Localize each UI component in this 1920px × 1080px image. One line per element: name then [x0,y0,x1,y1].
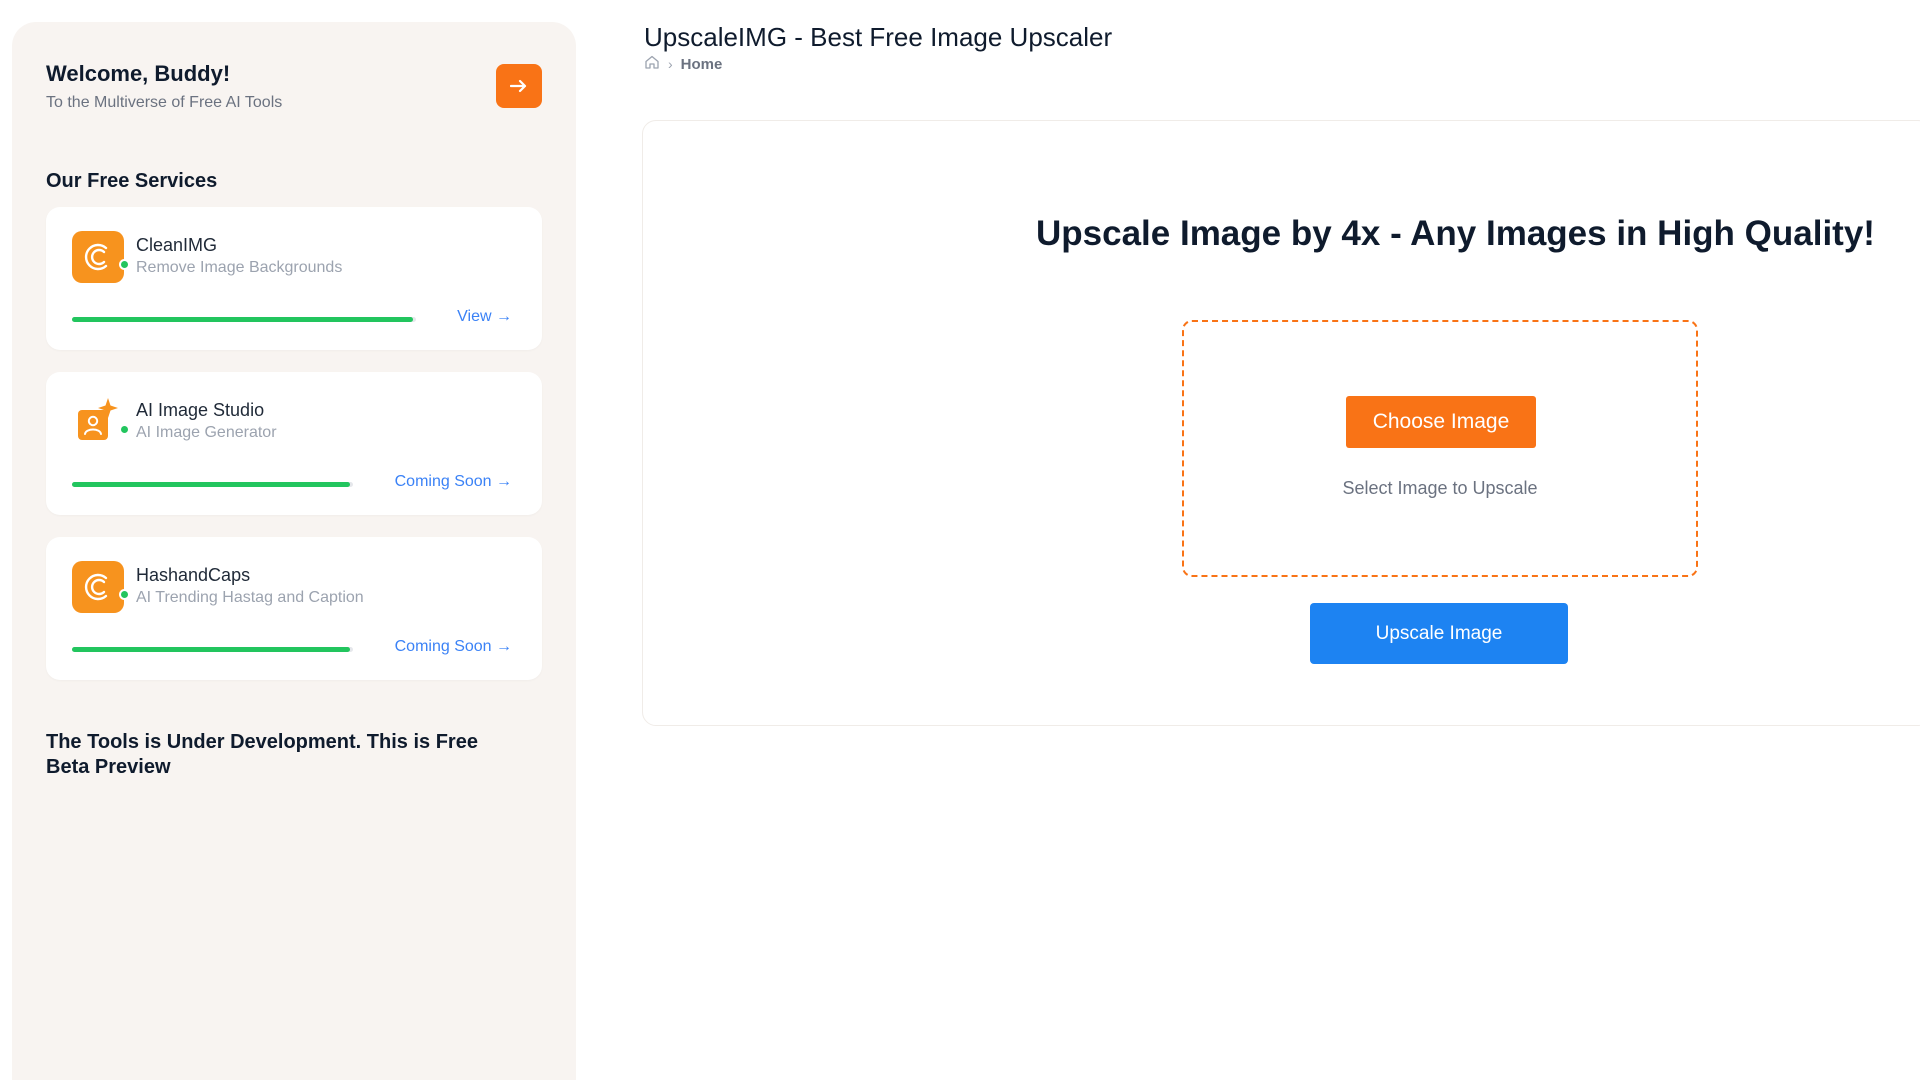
upscale-headline: Upscale Image by 4x - Any Images in High… [1036,214,1875,253]
service-card-cleanimg[interactable]: CleanIMG Remove Image Backgrounds View → [46,207,542,350]
service-description: AI Image Generator [136,424,277,441]
service-card-hashandcaps[interactable]: HashandCaps AI Trending Hastag and Capti… [46,537,542,680]
service-progress [72,482,353,487]
status-dot [119,424,130,435]
status-dot [119,259,130,270]
development-notice: The Tools is Under Development. This is … [46,731,478,778]
page-title: UpscaleIMG - Best Free Image Upscaler [644,22,1113,52]
service-coming-soon-link[interactable]: Coming Soon → [395,473,512,491]
breadcrumb-current[interactable]: Home [681,56,723,73]
welcome-subtitle: To the Multiverse of Free AI Tools [46,94,283,111]
service-progress [72,647,353,652]
continue-button[interactable] [496,64,542,108]
service-name: HashandCaps [136,565,251,585]
chevron-right-icon: › [668,56,673,72]
welcome-block: Welcome, Buddy! To the Multiverse of Fre… [46,58,542,116]
breadcrumb: › Home [644,54,722,74]
select-image-hint: Select Image to Upscale [1342,478,1538,498]
home-icon[interactable] [644,54,660,74]
service-description: Remove Image Backgrounds [136,259,343,276]
upscale-image-button[interactable]: Upscale Image [1310,603,1568,664]
service-name: CleanIMG [136,235,218,255]
status-dot [119,589,130,600]
service-name: AI Image Studio [136,400,265,420]
service-progress-fill [72,647,351,652]
services-section-title: Our Free Services [46,170,218,192]
service-progress-fill [72,317,413,322]
welcome-title: Welcome, Buddy! [46,61,231,86]
image-dropzone[interactable] [1182,320,1698,577]
service-description: AI Trending Hastag and Caption [136,589,364,606]
arrow-right-icon [510,79,527,93]
choose-image-button[interactable]: Choose Image [1346,396,1536,448]
ai-image-studio-icon [72,396,130,448]
service-progress-fill [72,482,351,487]
service-view-link[interactable]: View → [457,308,512,326]
cleanimg-logo-icon [72,231,130,283]
service-card-ai-image-studio[interactable]: AI Image Studio AI Image Generator Comin… [46,372,542,515]
hashandcaps-logo-icon [72,561,130,613]
sidebar: Welcome, Buddy! To the Multiverse of Fre… [12,22,576,1080]
service-progress [72,317,416,322]
service-coming-soon-link[interactable]: Coming Soon → [395,638,512,656]
